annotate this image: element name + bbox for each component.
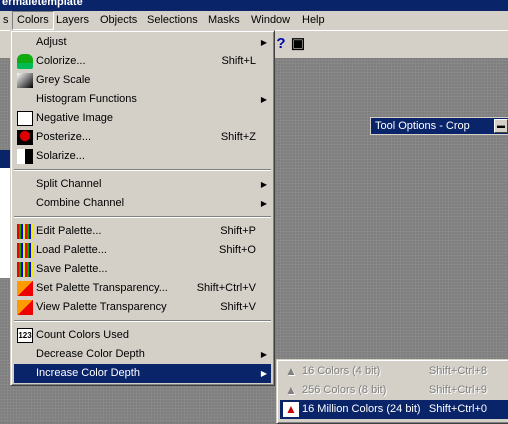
item-label: 16 Million Colors (24 bit) — [302, 403, 421, 415]
menu-separator — [14, 216, 271, 218]
menu-file-partial[interactable]: s — [0, 12, 13, 29]
item-shortcut: Shift+P — [220, 225, 256, 237]
item-label: Combine Channel — [36, 197, 125, 209]
submenu-arrow-icon: ▶ — [260, 199, 267, 208]
submenu-arrow-icon: ▶ — [260, 369, 267, 378]
menu-colors[interactable]: Colors — [12, 11, 54, 30]
item-label: 16 Colors (4 bit) — [302, 365, 381, 377]
submenu-arrow-icon: ▶ — [260, 38, 267, 47]
item-label: Set Palette Transparency... — [36, 282, 168, 294]
item-label: Colorize... — [36, 55, 86, 67]
item-shortcut: Shift+Ctrl+V — [196, 282, 256, 294]
help-context-icon[interactable]: ? — [273, 35, 289, 53]
menu-item-set-palette-transparency[interactable]: Set Palette Transparency... Shift+Ctrl+V — [14, 279, 271, 298]
negative-image-icon — [17, 111, 33, 126]
menu-item-save-palette[interactable]: Save Palette... — [14, 260, 271, 279]
up-arrow-icon: ▲ — [285, 364, 297, 378]
item-label: Save Palette... — [36, 263, 108, 275]
menu-item-256-colors[interactable]: ▲ 256 Colors (8 bit) Shift+Ctrl+9 — [280, 381, 508, 400]
menu-selections[interactable]: Selections — [143, 12, 202, 29]
window-title: ermaletemplate — [2, 0, 83, 8]
item-label: Count Colors Used — [36, 329, 129, 341]
item-label: Negative Image — [36, 112, 114, 124]
item-label: Histogram Functions — [36, 93, 137, 105]
menu-item-posterize[interactable]: Posterize... Shift+Z — [14, 128, 271, 147]
view-transparency-icon — [17, 300, 33, 315]
item-shortcut: Shift+L — [221, 55, 256, 67]
posterize-icon — [17, 130, 33, 145]
submenu-arrow-icon: ▶ — [260, 180, 267, 189]
menu-layers[interactable]: Layers — [52, 12, 93, 29]
menu-item-histogram-functions[interactable]: Histogram Functions ▶ — [14, 90, 271, 109]
item-shortcut: Shift+Z — [220, 131, 256, 143]
menu-item-combine-channel[interactable]: Combine Channel ▶ — [14, 194, 271, 213]
menu-item-split-channel[interactable]: Split Channel ▶ — [14, 175, 271, 194]
menu-item-increase-color-depth[interactable]: Increase Color Depth ▶ — [14, 364, 271, 383]
item-label: Increase Color Depth — [36, 367, 140, 379]
item-label: Adjust — [36, 36, 67, 48]
menu-item-load-palette[interactable]: Load Palette... Shift+O — [14, 241, 271, 260]
menu-separator — [14, 169, 271, 171]
print-icon[interactable]: ▣ — [290, 35, 306, 53]
load-palette-icon — [17, 243, 33, 258]
item-label: Posterize... — [36, 131, 92, 143]
set-transparency-icon — [17, 281, 33, 296]
item-shortcut: Shift+Ctrl+0 — [428, 403, 487, 415]
edit-palette-icon — [17, 224, 33, 239]
menu-item-view-palette-transparency[interactable]: View Palette Transparency Shift+V — [14, 298, 271, 317]
menu-separator — [14, 320, 271, 322]
menu-window[interactable]: Window — [247, 12, 294, 29]
count-colors-icon: 123 — [17, 328, 33, 343]
menu-item-edit-palette[interactable]: Edit Palette... Shift+P — [14, 222, 271, 241]
item-shortcut: Shift+Ctrl+8 — [428, 365, 487, 377]
item-label: Decrease Color Depth — [36, 348, 145, 360]
item-shortcut: Shift+V — [220, 301, 256, 313]
up-arrow-icon: ▲ — [285, 383, 297, 397]
item-shortcut: Shift+Ctrl+9 — [428, 384, 487, 396]
window-titlebar: ermaletemplate — [0, 0, 508, 11]
up-arrow-icon: ▲ — [283, 402, 299, 417]
increase-color-depth-submenu: ▲ 16 Colors (4 bit) Shift+Ctrl+8 ▲ 256 Colo… — [276, 359, 508, 424]
menu-item-grey-scale[interactable]: Grey Scale — [14, 71, 271, 90]
menu-help[interactable]: Help — [298, 12, 329, 29]
solarize-icon — [17, 149, 33, 164]
item-shortcut: Shift+O — [219, 244, 256, 256]
menu-objects[interactable]: Objects — [96, 12, 141, 29]
menu-item-negative-image[interactable]: Negative Image — [14, 109, 271, 128]
item-label: Grey Scale — [36, 74, 91, 86]
item-label: Split Channel — [36, 178, 102, 190]
menu-item-colorize[interactable]: Colorize... Shift+L — [14, 52, 271, 71]
grey-scale-icon — [17, 73, 33, 88]
item-label: 256 Colors (8 bit) — [302, 384, 387, 396]
submenu-arrow-icon: ▶ — [260, 350, 267, 359]
menu-item-16-million-colors[interactable]: ▲ 16 Million Colors (24 bit) Shift+Ctrl+0 — [280, 400, 508, 419]
colorize-icon — [17, 54, 33, 69]
menu-item-count-colors-used[interactable]: 123 Count Colors Used — [14, 326, 271, 345]
tool-options-palette[interactable]: Tool Options - Crop ▬ — [370, 117, 508, 135]
save-palette-icon — [17, 262, 33, 277]
item-label: Solarize... — [36, 150, 85, 162]
item-label: Load Palette... — [36, 244, 107, 256]
colors-menu: Adjust ▶ Colorize... Shift+L Grey Scale Hi… — [10, 30, 275, 386]
menu-item-decrease-color-depth[interactable]: Decrease Color Depth ▶ — [14, 345, 271, 364]
minimize-icon[interactable]: ▬ — [494, 119, 508, 133]
menu-masks[interactable]: Masks — [204, 12, 244, 29]
menu-item-adjust[interactable]: Adjust ▶ — [14, 33, 271, 52]
menu-item-16-colors[interactable]: ▲ 16 Colors (4 bit) Shift+Ctrl+8 — [280, 362, 508, 381]
item-label: View Palette Transparency — [36, 301, 167, 313]
tool-options-title: Tool Options - Crop — [375, 120, 470, 132]
item-label: Edit Palette... — [36, 225, 102, 237]
submenu-arrow-icon: ▶ — [260, 95, 267, 104]
menu-item-solarize[interactable]: Solarize... — [14, 147, 271, 166]
menubar: s Colors Layers Objects Selections Masks… — [0, 11, 508, 31]
